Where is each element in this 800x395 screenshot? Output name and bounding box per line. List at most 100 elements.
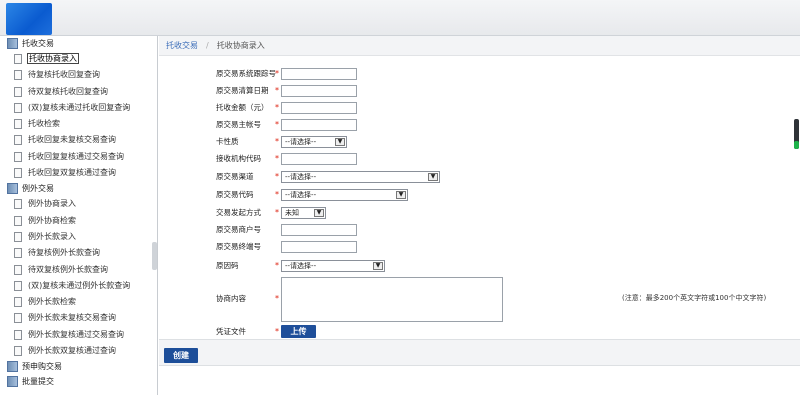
document-icon bbox=[14, 119, 22, 130]
required-mark: * bbox=[275, 208, 279, 217]
field-label: 协商内容 bbox=[216, 294, 246, 303]
field-label: 原交易清算日期 bbox=[216, 86, 269, 95]
sidebar-item[interactable]: 例外协商检索 bbox=[0, 213, 157, 229]
document-icon bbox=[14, 297, 22, 308]
document-icon bbox=[14, 102, 22, 113]
required-mark: * bbox=[275, 294, 279, 303]
required-mark: * bbox=[275, 120, 279, 129]
page-scrollbar[interactable] bbox=[794, 119, 799, 149]
sidebar-item[interactable]: 例外长款复核通过交易查询 bbox=[0, 327, 157, 343]
field-label: 原交易系统跟踪号 bbox=[216, 69, 276, 78]
main-content: 托收交易 / 托收协商录入 原交易系统跟踪号 * 原交易清算日期 * 托收金额（元）… bbox=[159, 36, 800, 395]
sidebar-item[interactable]: 例外协商录入 bbox=[0, 196, 157, 212]
required-mark: * bbox=[275, 172, 279, 181]
document-icon bbox=[14, 215, 22, 226]
create-button[interactable]: 创建 bbox=[164, 348, 198, 363]
breadcrumb: 托收交易 / 托收协商录入 bbox=[159, 36, 800, 56]
sidebar-item[interactable]: 例外长款检索 bbox=[0, 294, 157, 310]
document-icon bbox=[14, 168, 22, 179]
required-mark: * bbox=[275, 69, 279, 78]
field-label: 原交易代码 bbox=[216, 190, 254, 199]
channel-select[interactable]: --请选择-- ▼ bbox=[281, 171, 440, 183]
sidebar-item[interactable]: 托收检索 bbox=[0, 116, 157, 132]
recv-org-input[interactable] bbox=[281, 153, 357, 165]
trace-no-input[interactable] bbox=[281, 68, 357, 80]
document-icon bbox=[14, 248, 22, 259]
length-note: (注意：最多200个英文字符或100个中文字符) bbox=[622, 294, 767, 302]
chevron-down-icon: ▼ bbox=[335, 138, 345, 146]
sidebar-group-prepurchase[interactable]: 预申购交易 bbox=[0, 359, 157, 374]
sidebar-item[interactable]: 例外长款录入 bbox=[0, 229, 157, 245]
document-icon bbox=[14, 135, 22, 146]
required-mark: * bbox=[275, 137, 279, 146]
document-icon bbox=[14, 329, 22, 340]
scroll-indicator bbox=[794, 141, 799, 149]
required-mark: * bbox=[275, 190, 279, 199]
sidebar-item[interactable]: 托收协商录入 bbox=[0, 51, 157, 67]
breadcrumb-separator: / bbox=[206, 41, 209, 50]
field-label: 原交易主帐号 bbox=[216, 120, 261, 129]
sidebar-item[interactable]: (双)复核未通过例外长款查询 bbox=[0, 278, 157, 294]
orig-code-select[interactable]: --请选择-- ▼ bbox=[281, 189, 408, 201]
sidebar-item[interactable]: 托收回复未复核交易查询 bbox=[0, 132, 157, 148]
folder-icon bbox=[7, 38, 18, 49]
top-banner bbox=[0, 0, 800, 36]
chevron-down-icon: ▼ bbox=[428, 173, 438, 181]
card-type-select[interactable]: --请选择-- ▼ bbox=[281, 136, 347, 148]
field-label: 原因码 bbox=[216, 261, 239, 270]
sidebar-item[interactable]: 托收回复双复核通过查询 bbox=[0, 165, 157, 181]
folder-icon bbox=[7, 361, 18, 373]
document-icon bbox=[14, 199, 22, 210]
field-label: 原交易终端号 bbox=[216, 242, 261, 251]
required-mark: * bbox=[275, 261, 279, 270]
document-icon bbox=[14, 280, 22, 291]
sidebar-item[interactable]: 例外长款双复核通过查询 bbox=[0, 343, 157, 359]
folder-icon bbox=[7, 376, 18, 388]
folder-icon bbox=[7, 183, 18, 195]
sidebar-item[interactable]: 待双复核托收回复查询 bbox=[0, 84, 157, 100]
field-label: 原交易渠道 bbox=[216, 172, 254, 181]
sidebar-group-exception[interactable]: 例外交易 bbox=[0, 181, 157, 196]
initiator-select[interactable]: 未知 ▼ bbox=[281, 207, 326, 219]
required-mark: * bbox=[275, 327, 279, 336]
document-icon bbox=[14, 231, 22, 242]
document-icon bbox=[14, 86, 22, 97]
document-icon bbox=[14, 151, 22, 162]
upload-button[interactable]: 上传 bbox=[281, 325, 316, 338]
field-label: 凭证文件 bbox=[216, 327, 246, 336]
document-icon bbox=[14, 264, 22, 275]
amount-input[interactable] bbox=[281, 102, 357, 114]
sidebar-item[interactable]: 托收回复复核通过交易查询 bbox=[0, 149, 157, 165]
sidebar: 托收交易 托收协商录入 待复核托收回复查询 待双复核托收回复查询 (双)复核未通… bbox=[0, 36, 158, 395]
reason-select[interactable]: --请选择-- ▼ bbox=[281, 260, 385, 272]
sidebar-scrollbar[interactable] bbox=[152, 242, 157, 270]
chevron-down-icon: ▼ bbox=[314, 209, 324, 217]
required-mark: * bbox=[275, 154, 279, 163]
sidebar-item[interactable]: 待双复核例外长款查询 bbox=[0, 262, 157, 278]
field-label: 交易发起方式 bbox=[216, 208, 261, 217]
field-label: 原交易商户号 bbox=[216, 225, 261, 234]
sidebar-item[interactable]: 例外长款未复核交易查询 bbox=[0, 310, 157, 326]
document-icon bbox=[14, 54, 22, 64]
sidebar-group-collection[interactable]: 托收交易 bbox=[0, 36, 157, 51]
document-icon bbox=[14, 70, 22, 81]
chevron-down-icon: ▼ bbox=[373, 262, 383, 270]
form-footer: 创建 bbox=[159, 339, 800, 366]
content-textarea[interactable] bbox=[281, 277, 503, 322]
merchant-no-input[interactable] bbox=[281, 224, 357, 236]
required-mark: * bbox=[275, 86, 279, 95]
document-icon bbox=[14, 346, 22, 357]
terminal-no-input[interactable] bbox=[281, 241, 357, 253]
breadcrumb-current: 托收协商录入 bbox=[216, 41, 265, 50]
sidebar-group-batch[interactable]: 批量提交 bbox=[0, 374, 157, 389]
settle-date-input[interactable] bbox=[281, 85, 357, 97]
document-icon bbox=[14, 313, 22, 324]
sidebar-item[interactable]: 待复核例外长款查询 bbox=[0, 245, 157, 261]
chevron-down-icon: ▼ bbox=[396, 191, 406, 199]
required-mark: * bbox=[275, 103, 279, 112]
sidebar-item[interactable]: (双)复核未通过托收回复查询 bbox=[0, 100, 157, 116]
sidebar-item[interactable]: 待复核托收回复查询 bbox=[0, 67, 157, 83]
breadcrumb-root-link[interactable]: 托收交易 bbox=[166, 41, 198, 50]
main-account-input[interactable] bbox=[281, 119, 357, 131]
logo bbox=[6, 3, 52, 35]
